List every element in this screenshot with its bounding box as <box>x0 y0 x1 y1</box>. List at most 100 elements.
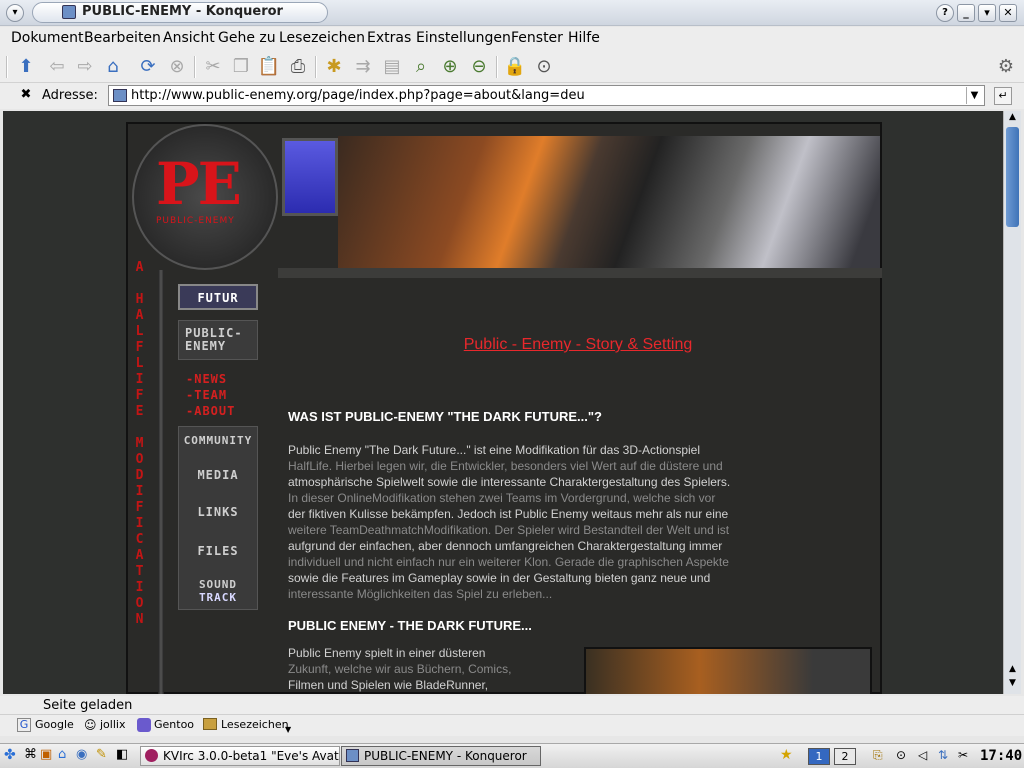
nav-media[interactable]: MEDIA <box>178 468 258 482</box>
menu-dokument[interactable]: Dokument <box>11 30 84 46</box>
para-line: Public Enemy "The Dark Future..." ist ei… <box>288 443 701 457</box>
task-konqueror[interactable]: PUBLIC-ENEMY - Konqueror <box>341 746 541 766</box>
volume-icon[interactable]: ◁ <box>918 748 927 762</box>
url-dropdown-icon[interactable]: ▼ <box>966 87 982 104</box>
status-bar: Seite geladen <box>0 696 1024 716</box>
screenshot-image <box>584 647 872 694</box>
title-bar[interactable]: ▾ PUBLIC-ENEMY - Konqueror ? _ ▾ ✕ <box>0 0 1024 26</box>
para-line: Filmen und Spielen wie BladeRunner, <box>288 678 489 692</box>
nav-futur[interactable]: FUTUR <box>178 284 258 310</box>
reload-icon[interactable]: ⟳ <box>136 55 160 79</box>
desktop-2-button[interactable]: 2 <box>834 748 856 765</box>
home-icon[interactable]: ⌂ <box>101 55 125 79</box>
nav-news[interactable]: -NEWS <box>186 372 227 386</box>
folder-icon <box>203 718 217 730</box>
header-small-image <box>282 138 338 216</box>
app-icon[interactable]: ◧ <box>116 747 128 762</box>
network-icon[interactable]: ⇅ <box>938 748 948 762</box>
para-line: HalfLife. Hierbei legen wir, die Entwick… <box>288 459 723 473</box>
new-folder-icon[interactable]: ✱ <box>322 55 346 79</box>
scroll-thumb[interactable] <box>1006 127 1019 227</box>
nav-track[interactable]: TRACK <box>178 591 258 604</box>
vertical-scrollbar[interactable]: ▲ ▲ ▼ <box>1003 111 1021 694</box>
desktop-1-button[interactable]: 1 <box>808 748 830 765</box>
nav-public-enemy[interactable]: PUBLIC-ENEMY <box>178 320 258 360</box>
para-line: In dieser OnlineModifikation stehen zwei… <box>288 491 716 505</box>
menu-extras[interactable]: Extras <box>367 30 411 46</box>
nav-community[interactable]: COMMUNITY <box>178 434 258 447</box>
copy-icon[interactable]: ❐ <box>229 55 253 79</box>
menu-ansicht[interactable]: Ansicht <box>163 30 215 46</box>
cut-icon[interactable]: ✂ <box>201 55 225 79</box>
toolbar-separator <box>496 56 498 78</box>
menu-hilfe[interactable]: Hilfe <box>568 30 600 46</box>
window-menu-icon[interactable]: ▾ <box>6 4 24 22</box>
konqueror-task-icon <box>346 749 359 762</box>
page-heading-link[interactable]: Public - Enemy - Story & Setting <box>458 336 698 354</box>
close-button[interactable]: ✕ <box>999 4 1017 22</box>
para-line: weitere TeamDeathmatchModifikation. Der … <box>288 523 730 537</box>
zoom-in-icon[interactable]: ⊕ <box>438 55 462 79</box>
clipper-icon[interactable]: ✂ <box>958 748 968 762</box>
up-arrow-icon[interactable]: ⬆ <box>14 55 38 79</box>
section1-title: WAS IST PUBLIC-ENEMY "THE DARK FUTURE...… <box>288 409 602 424</box>
section2-title: PUBLIC ENEMY - THE DARK FUTURE... <box>288 618 532 633</box>
menu-bar: Dokument Bearbeiten Ansicht Gehe zu Lese… <box>0 27 1024 51</box>
menu-gehe-zu[interactable]: Gehe zu <box>218 30 276 46</box>
print-icon[interactable]: ⎙ <box>286 55 310 79</box>
menu-einstellungen[interactable]: Einstellungen <box>416 30 511 46</box>
bookmark-lesezeichen[interactable]: Lesezeichen <box>221 718 289 731</box>
nav-public-enemy-label: PUBLIC-ENEMY <box>185 326 243 353</box>
browser-icon[interactable]: ◉ <box>76 747 87 762</box>
menu-bearbeiten[interactable]: Bearbeiten <box>84 30 161 46</box>
gear-icon[interactable]: ⚙ <box>994 55 1018 79</box>
clock[interactable]: 17:40 <box>980 748 1022 764</box>
scroll-up-icon[interactable]: ▲ <box>1006 112 1019 125</box>
back-arrow-icon[interactable]: ⇦ <box>45 55 69 79</box>
nav-links[interactable]: LINKS <box>178 505 258 519</box>
status-text: Seite geladen <box>43 698 133 713</box>
nav-about[interactable]: -ABOUT <box>186 404 235 418</box>
menu-lesezeichen[interactable]: Lesezeichen <box>279 30 365 46</box>
download-icon[interactable]: ⊙ <box>532 55 556 79</box>
minimize-button[interactable]: _ <box>957 4 975 22</box>
move-icon[interactable]: ⇉ <box>351 55 375 79</box>
lock-icon[interactable]: 🔒 <box>503 55 527 79</box>
download-tray-icon[interactable]: ⊙ <box>896 748 906 762</box>
toolbar-separator <box>315 56 317 78</box>
bookmark-google[interactable]: Google <box>35 718 74 731</box>
site-logo[interactable]: PE PUBLIC-ENEMY <box>132 124 278 270</box>
editor-icon[interactable]: ✎ <box>96 747 107 762</box>
go-icon[interactable]: ↵ <box>994 87 1012 105</box>
paste-icon[interactable]: 📋 <box>257 55 281 79</box>
nav-team[interactable]: -TEAM <box>186 388 227 402</box>
url-input[interactable]: http://www.public-enemy.org/page/index.p… <box>108 85 985 106</box>
bookmark-gentoo[interactable]: Gentoo <box>154 718 194 731</box>
stop-icon[interactable]: ⊗ <box>165 55 189 79</box>
para-line: Public Enemy spielt in einer düsteren <box>288 646 486 660</box>
task-kvirc[interactable]: KVIrc 3.0.0-beta1 "Eve's Avat <box>140 746 340 766</box>
forward-arrow-icon[interactable]: ⇨ <box>73 55 97 79</box>
penguin-icon: ☺ <box>84 718 97 732</box>
scroll-down-icon[interactable]: ▼ <box>1006 678 1019 691</box>
scroll-up-icon-lower[interactable]: ▲ <box>1006 664 1019 677</box>
kde-menu-icon[interactable]: ✤ <box>4 747 16 763</box>
terminal-icon[interactable]: ▣ <box>40 747 52 762</box>
bookmark-jollix[interactable]: jollix <box>100 718 125 731</box>
zoom-original-icon[interactable]: ⌕ <box>409 55 433 79</box>
clear-location-icon[interactable]: ✖ <box>18 87 34 103</box>
menu-fenster[interactable]: Fenster <box>511 30 563 46</box>
zoom-out-icon[interactable]: ⊖ <box>467 55 491 79</box>
nav-sound[interactable]: SOUND <box>178 578 258 591</box>
chevron-down-icon[interactable]: ▼ <box>285 725 291 734</box>
maximize-button[interactable]: ▾ <box>978 4 996 22</box>
star-icon[interactable]: ★ <box>780 747 793 763</box>
clipboard-icon[interactable]: ⎘ <box>873 748 883 763</box>
help-icon[interactable]: ? <box>936 4 954 22</box>
nav-files[interactable]: FILES <box>178 544 258 558</box>
para-line: atmosphärische Spielwelt sowie die inter… <box>288 475 731 489</box>
home-folder-icon[interactable]: ⌂ <box>58 747 66 762</box>
properties-icon[interactable]: ▤ <box>380 55 404 79</box>
desktop-icon[interactable]: ⌘ <box>24 747 37 762</box>
para-line: individuell und nicht einfach nur ein we… <box>288 555 729 569</box>
